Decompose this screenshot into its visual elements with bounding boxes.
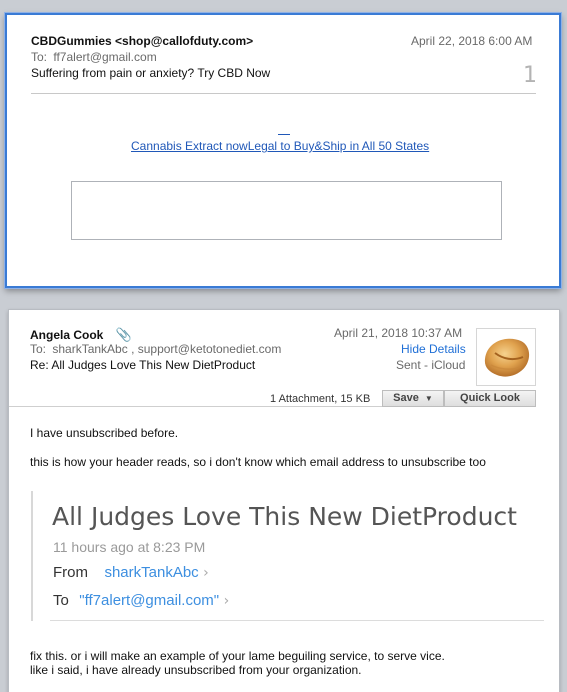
sender-name: CBDGummies <shop@callofduty.com>: [31, 34, 254, 48]
quoted-to-line: To "ff7alert@gmail.com" ›: [53, 592, 229, 610]
from-contact[interactable]: sharkTankAbc: [104, 564, 198, 581]
promo-link[interactable]: Cannabis Extract nowLegal to Buy&Ship in…: [131, 139, 429, 153]
empty-image-placeholder: [71, 181, 502, 240]
attachment-bar: 1 Attachment, 15 KB Save ▼ Quick Look: [9, 390, 536, 407]
to-recipients[interactable]: sharkTankAbc , support@ketotonediet.com: [52, 342, 281, 356]
to-label: To: [53, 592, 69, 609]
thread-count: 1: [523, 63, 537, 88]
body-line: like i said, i have already unsubscribed…: [30, 663, 362, 677]
from-label: From: [53, 564, 88, 581]
fortune-cookie-icon: [484, 338, 530, 377]
quoted-from-line: From sharkTankAbc ›: [53, 564, 209, 582]
chevron-right-icon: ›: [203, 565, 209, 581]
to-line: To: ff7alert@gmail.com: [31, 50, 157, 64]
message-date: April 22, 2018 6:00 AM: [411, 34, 533, 48]
header-divider: [31, 93, 536, 94]
to-contact[interactable]: "ff7alert@gmail.com": [79, 592, 219, 609]
sent-mailbox: Sent - iCloud: [396, 358, 466, 372]
to-line: To: sharkTankAbc , support@ketotonediet.…: [30, 342, 281, 356]
body-line: I have unsubscribed before.: [30, 426, 179, 440]
paperclip-icon: 📎: [115, 328, 132, 343]
quoted-message: All Judges Love This New DietProduct 11 …: [31, 491, 546, 621]
subject: Re: All Judges Love This New DietProduct: [30, 358, 256, 372]
chevron-right-icon: ›: [223, 593, 230, 609]
quoted-time: 11 hours ago at 8:23 PM: [53, 539, 206, 555]
to-label: To:: [30, 342, 47, 356]
to-recipient[interactable]: ff7alert@gmail.com: [53, 50, 156, 64]
email-message-cbdgummies[interactable]: CBDGummies <shop@callofduty.com> April 2…: [5, 13, 561, 288]
message-date: April 21, 2018 10:37 AM: [334, 326, 463, 340]
quote-divider: [50, 620, 544, 621]
link-overline: [278, 134, 290, 135]
save-button[interactable]: Save ▼: [382, 390, 444, 407]
subject: Suffering from pain or anxiety? Try CBD …: [31, 66, 271, 80]
email-message-angela-cook[interactable]: Angela Cook 📎 April 21, 2018 10:37 AM To…: [8, 309, 560, 692]
save-button-label: Save: [393, 392, 419, 404]
body-line: this is how your header reads, so i don'…: [30, 455, 486, 469]
hide-details-link[interactable]: Hide Details: [401, 342, 466, 356]
sender-avatar: [476, 328, 536, 386]
to-label: To:: [31, 50, 48, 64]
quick-look-button[interactable]: Quick Look: [444, 390, 536, 407]
quoted-subject: All Judges Love This New DietProduct: [52, 502, 517, 531]
chevron-down-icon: ▼: [424, 394, 433, 403]
attachment-info: 1 Attachment, 15 KB: [270, 393, 371, 405]
sender-name: Angela Cook: [30, 328, 104, 342]
body-line: fix this. or i will make an example of y…: [30, 649, 445, 663]
